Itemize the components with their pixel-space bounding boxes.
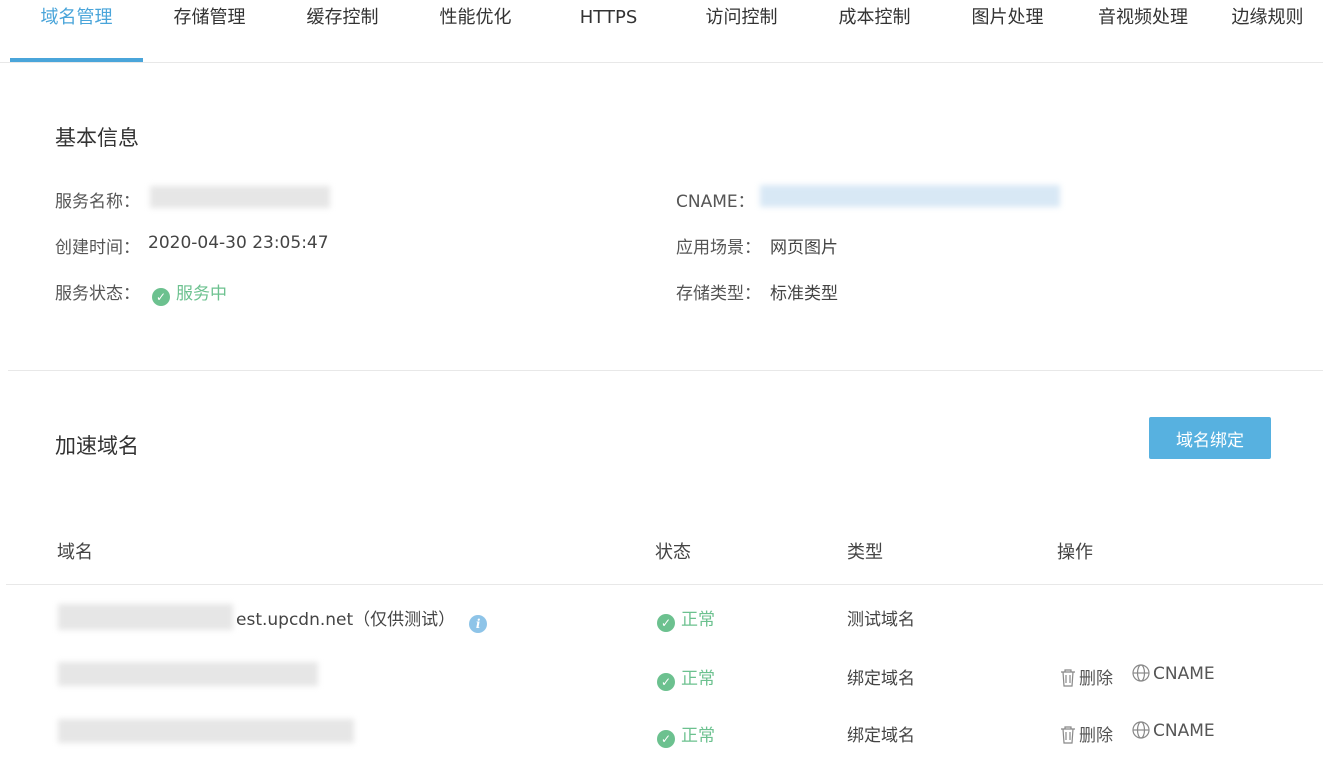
info-icon[interactable]: i <box>469 615 488 633</box>
service-name-redacted <box>150 186 330 208</box>
scene-label: 应用场景： <box>676 238 761 258</box>
bind-domain-button[interactable]: 域名绑定 <box>1149 417 1271 459</box>
accelerated-domains-title: 加速域名 <box>55 434 139 458</box>
delete-button[interactable]: 删除 <box>1060 664 1113 689</box>
scene-value: 网页图片 <box>770 238 838 258</box>
row-status: ✓ 正常 <box>657 721 715 748</box>
trash-icon <box>1061 726 1075 744</box>
domain-redacted <box>58 604 233 630</box>
row-type: 绑定域名 <box>847 726 915 746</box>
tab-av-processing[interactable]: 音视频处理 <box>1074 0 1212 62</box>
cname-label: CNAME： <box>676 192 755 212</box>
delete-button[interactable]: 删除 <box>1060 721 1113 746</box>
check-circle-icon: ✓ <box>657 614 675 632</box>
tab-edge-rules[interactable]: 边缘规则 <box>1212 0 1323 62</box>
tab-image-processing[interactable]: 图片处理 <box>941 0 1074 62</box>
tab-cost-control[interactable]: 成本控制 <box>808 0 941 62</box>
domain-redacted <box>58 662 318 686</box>
active-tab-indicator <box>10 58 143 62</box>
check-circle-icon: ✓ <box>152 288 170 306</box>
row-status: ✓ 正常 <box>657 605 715 632</box>
column-header-actions: 操作 <box>1057 542 1093 563</box>
tab-storage-management[interactable]: 存储管理 <box>143 0 276 62</box>
row-status: ✓ 正常 <box>657 664 715 691</box>
top-tab-bar: 域名管理 存储管理 缓存控制 性能优化 HTTPS 访问控制 成本控制 图片处理… <box>0 0 1323 63</box>
service-status-label: 服务状态： <box>55 284 140 304</box>
row-type: 绑定域名 <box>847 669 915 689</box>
basic-info-title: 基本信息 <box>55 126 139 150</box>
tab-https[interactable]: HTTPS <box>542 0 675 62</box>
globe-icon <box>1132 721 1150 739</box>
service-name-label: 服务名称： <box>55 192 140 212</box>
tab-domain-management[interactable]: 域名管理 <box>10 0 143 62</box>
service-status-value: ✓ 服务中 <box>152 279 227 306</box>
created-time-label: 创建时间： <box>55 238 140 258</box>
domain-cell: est.upcdn.net（仅供测试） i <box>236 605 488 633</box>
globe-icon <box>1132 664 1150 682</box>
storage-type-label: 存储类型： <box>676 284 761 304</box>
tab-cache-control[interactable]: 缓存控制 <box>276 0 409 62</box>
tab-access-control[interactable]: 访问控制 <box>675 0 808 62</box>
cname-button[interactable]: CNAME <box>1132 664 1215 684</box>
cname-redacted <box>760 185 1060 207</box>
column-header-domain: 域名 <box>57 542 93 563</box>
storage-type-value: 标准类型 <box>770 284 838 304</box>
table-header-divider <box>6 584 1323 585</box>
cname-button[interactable]: CNAME <box>1132 721 1215 741</box>
section-divider <box>8 370 1323 371</box>
trash-icon <box>1061 669 1075 687</box>
column-header-status: 状态 <box>655 542 691 563</box>
check-circle-icon: ✓ <box>657 730 675 748</box>
check-circle-icon: ✓ <box>657 673 675 691</box>
row-type: 测试域名 <box>847 610 915 630</box>
column-header-type: 类型 <box>847 542 883 563</box>
tab-performance[interactable]: 性能优化 <box>409 0 542 62</box>
domain-redacted <box>58 719 354 743</box>
created-time-value: 2020-04-30 23:05:47 <box>148 233 329 253</box>
